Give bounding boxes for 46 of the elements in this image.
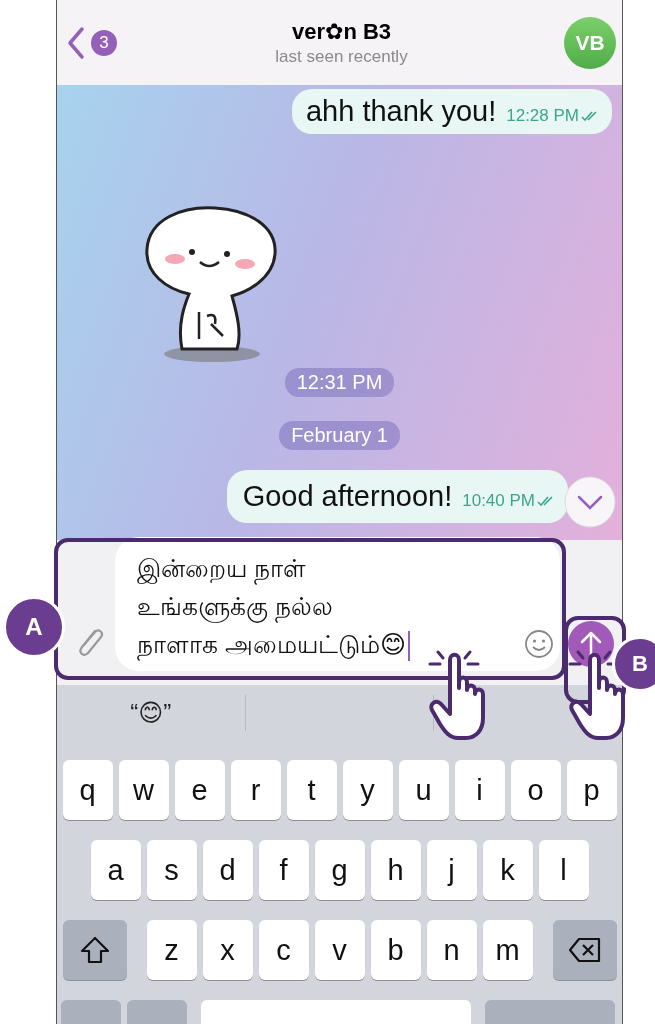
key[interactable]: b (370, 920, 421, 980)
last-seen-status: last seen recently (274, 46, 409, 67)
key[interactable]: v (314, 920, 365, 980)
key[interactable]: e (174, 760, 225, 820)
message-text: ahh thank you! (305, 95, 497, 128)
key[interactable]: u (398, 760, 449, 820)
smiley-icon[interactable] (524, 629, 554, 659)
unread-badge: 3 (91, 29, 117, 56)
shift-icon (78, 935, 111, 965)
key[interactable]: x (202, 920, 253, 980)
key[interactable]: c (258, 920, 309, 980)
key[interactable]: n (426, 920, 477, 980)
date-pill: 12:31 PM (284, 368, 395, 397)
date-pill: February 1 (279, 421, 400, 450)
key[interactable]: m (482, 920, 533, 980)
key[interactable]: a (90, 840, 141, 900)
message-text: Good afternoon! (242, 480, 453, 513)
callout-label: A (3, 596, 65, 658)
key[interactable]: o (510, 760, 561, 820)
key[interactable]: s (146, 840, 197, 900)
key[interactable]: j (426, 840, 477, 900)
backspace-icon (567, 937, 602, 963)
key[interactable]: q (62, 760, 113, 820)
key[interactable]: k (482, 840, 533, 900)
key[interactable]: z (146, 920, 197, 980)
key[interactable]: p (566, 760, 617, 820)
scroll-down-button[interactable] (564, 476, 616, 528)
key[interactable]: y (342, 760, 393, 820)
tap-hand-icon (428, 648, 488, 743)
chat-title: ver✿n B3 (290, 18, 393, 45)
key[interactable]: g (314, 840, 365, 900)
key[interactable]: w (118, 760, 169, 820)
message-time: 12:28 PM (506, 106, 579, 126)
message-time: 10:40 PM (462, 491, 535, 511)
back-icon[interactable] (67, 25, 85, 60)
key[interactable]: i (454, 760, 505, 820)
key[interactable]: f (258, 840, 309, 900)
suggestion-item[interactable]: “😊” (130, 698, 172, 727)
key[interactable]: d (202, 840, 253, 900)
message-input-field[interactable]: இன்றைய நாள் உங்களுக்கு நல்ல நாளாக அமையட்டும்😊 (115, 537, 560, 671)
key[interactable]: t (286, 760, 337, 820)
key[interactable]: l (538, 840, 589, 900)
key[interactable]: r (230, 760, 281, 820)
key[interactable]: h (370, 840, 421, 900)
backspace-key[interactable] (552, 920, 617, 980)
shift-key[interactable] (62, 920, 127, 980)
